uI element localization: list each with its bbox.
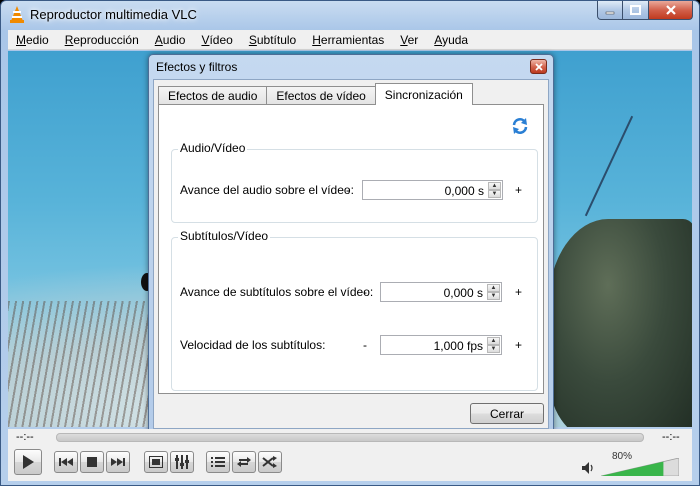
video-frame-branch: [584, 115, 634, 217]
menu-item-video[interactable]: Vídeo: [193, 33, 240, 47]
playlist-icon: [211, 457, 225, 467]
minimize-icon: [605, 11, 615, 15]
dialog-title: Efectos y filtros: [156, 60, 238, 74]
dialog-body: Efectos de audio Efectos de vídeo Sincro…: [153, 79, 549, 429]
dialog-close-button[interactable]: [530, 59, 547, 74]
close-icon: [665, 5, 676, 15]
group-legend: Subtítulos/Vídeo: [178, 229, 271, 243]
stop-button[interactable]: [80, 451, 104, 473]
skip-forward-icon: [111, 458, 125, 466]
increase-label: +: [515, 285, 523, 299]
spinbox-value: 0,000 s: [444, 184, 484, 198]
tab-video-effects[interactable]: Efectos de vídeo: [266, 86, 376, 105]
decrease-label: -: [363, 285, 367, 299]
decrease-label: -: [363, 338, 367, 352]
menu-item-audio[interactable]: Audio: [147, 33, 194, 47]
maximize-button[interactable]: [623, 1, 649, 20]
minimize-button[interactable]: [597, 1, 623, 20]
spin-up-icon[interactable]: ▲: [488, 182, 501, 190]
subtitles-video-group: Subtítulos/Vídeo Avance de subtítulos so…: [171, 229, 538, 391]
vlc-cone-icon: [10, 6, 24, 23]
subtitle-speed-label: Velocidad de los subtítulos:: [180, 338, 326, 352]
skip-back-icon: [59, 458, 73, 466]
shuffle-icon: [262, 456, 277, 468]
vlc-window: Reproductor multimedia VLC Medio Reproduc…: [0, 0, 700, 486]
video-frame-rock: [548, 219, 692, 427]
seek-slider[interactable]: [56, 433, 644, 442]
tab-synchronization[interactable]: Sincronización: [374, 83, 473, 105]
decrease-label: -: [346, 183, 350, 197]
stop-icon: [87, 457, 97, 467]
spin-up-icon[interactable]: ▲: [487, 337, 500, 345]
spin-arrows[interactable]: ▲ ▼: [487, 284, 500, 300]
menu-bar: Medio Reproducción Audio Vídeo Subtítulo Herr…: [8, 30, 692, 50]
elapsed-time[interactable]: --:--: [16, 431, 34, 443]
spinbox-value: 0,000 s: [443, 286, 483, 300]
spin-arrows[interactable]: ▲ ▼: [488, 182, 501, 198]
subtitle-advance-spinbox[interactable]: 0,000 s ▲ ▼: [380, 282, 502, 302]
increase-label: +: [515, 183, 523, 197]
fullscreen-button[interactable]: [144, 451, 168, 473]
title-bar[interactable]: Reproductor multimedia VLC: [1, 1, 699, 29]
spin-down-icon[interactable]: ▼: [487, 345, 500, 353]
window-title: Reproductor multimedia VLC: [30, 7, 197, 22]
audio-advance-spinbox[interactable]: 0,000 s ▲ ▼: [362, 180, 503, 200]
window-controls: [597, 1, 693, 21]
menu-item-reproduccion[interactable]: Reproducción: [57, 33, 147, 47]
volume-slider[interactable]: [601, 458, 679, 476]
menu-item-ayuda[interactable]: Ayuda: [426, 33, 476, 47]
total-time[interactable]: --:--: [662, 431, 680, 443]
loop-button[interactable]: [232, 451, 256, 473]
menu-item-subtitulo[interactable]: Subtítulo: [241, 33, 304, 47]
menu-item-ver[interactable]: Ver: [392, 33, 426, 47]
seek-row: --:-- --:--: [8, 429, 692, 445]
loop-icon: [237, 457, 251, 467]
menu-item-medio[interactable]: Medio: [8, 33, 57, 47]
maximize-icon: [630, 5, 641, 15]
previous-button[interactable]: [54, 451, 78, 473]
reset-sync-icon[interactable]: [511, 117, 529, 135]
audio-video-group: Audio/Vídeo Avance del audio sobre el ví…: [171, 141, 538, 223]
tab-strip: Efectos de audio Efectos de vídeo Sincro…: [158, 83, 473, 105]
speaker-icon[interactable]: [581, 461, 595, 475]
close-icon: [534, 62, 543, 71]
subtitle-speed-spinbox[interactable]: 1,000 fps ▲ ▼: [380, 335, 502, 355]
play-icon: [23, 455, 34, 469]
play-button[interactable]: [14, 449, 42, 475]
equalizer-icon: [175, 455, 189, 469]
audio-advance-label: Avance del audio sobre el vídeo:: [180, 183, 354, 197]
playlist-button[interactable]: [206, 451, 230, 473]
tab-audio-effects[interactable]: Efectos de audio: [158, 86, 268, 105]
subtitle-advance-label: Avance de subtítulos sobre el vídeo:: [180, 285, 374, 299]
next-button[interactable]: [106, 451, 130, 473]
video-frame-brush: [8, 301, 168, 427]
playback-controls: 80%: [8, 445, 692, 481]
close-button-label: Cerrar: [489, 406, 524, 421]
close-window-button[interactable]: [649, 1, 693, 20]
shuffle-button[interactable]: [258, 451, 282, 473]
increase-label: +: [515, 338, 523, 352]
spin-up-icon[interactable]: ▲: [487, 284, 500, 292]
group-legend: Audio/Vídeo: [178, 141, 248, 155]
spinbox-value: 1,000 fps: [433, 339, 483, 353]
menu-item-herramientas[interactable]: Herramientas: [304, 33, 392, 47]
fullscreen-icon: [149, 456, 163, 468]
effects-dialog: Efectos y filtros Efectos de audio Efect…: [148, 54, 554, 434]
sync-panel: Audio/Vídeo Avance del audio sobre el ví…: [158, 104, 544, 394]
close-dialog-button[interactable]: Cerrar: [470, 403, 544, 424]
spin-arrows[interactable]: ▲ ▼: [487, 337, 500, 353]
spin-down-icon[interactable]: ▼: [488, 190, 501, 198]
extended-settings-button[interactable]: [170, 451, 194, 473]
spin-down-icon[interactable]: ▼: [487, 292, 500, 300]
